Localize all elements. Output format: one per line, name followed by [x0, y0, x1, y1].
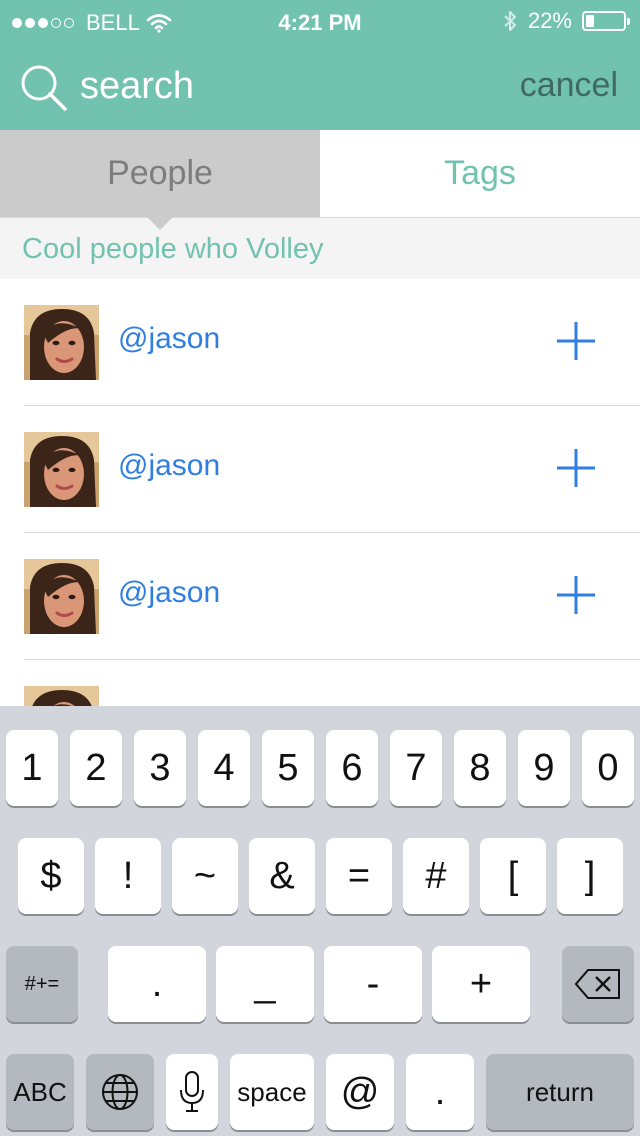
key-6[interactable]: 6 — [326, 730, 378, 806]
key-symbol[interactable]: . — [108, 946, 206, 1022]
keyboard: 1 2 3 4 5 6 7 8 9 0 $! ~ & = #[] #+=. _ - + ABC space @. retur… — [0, 706, 640, 1136]
key-symbol[interactable]: _ — [216, 946, 314, 1022]
avatar[interactable] — [24, 305, 99, 380]
key-0[interactable]: 0 — [582, 730, 634, 806]
key-period[interactable]: . — [406, 1054, 474, 1130]
tab-bar: People Tags — [0, 130, 640, 230]
abc-key[interactable]: ABC — [6, 1054, 74, 1130]
key-symbol[interactable]: & — [249, 838, 315, 914]
list-item[interactable]: @jason — [0, 533, 640, 660]
avatar[interactable] — [24, 432, 99, 507]
battery-level — [586, 15, 594, 27]
key-symbol[interactable]: + — [432, 946, 530, 1022]
key-symbol[interactable]: - — [324, 946, 422, 1022]
status-bar: BELL 4:21 PM 22% — [0, 0, 640, 44]
list-item[interactable]: @jason — [0, 406, 640, 533]
header: BELL 4:21 PM 22% search cancel — [0, 0, 640, 130]
key-7[interactable]: 7 — [390, 730, 442, 806]
key-1[interactable]: 1 — [6, 730, 58, 806]
cancel-button[interactable]: cancel — [520, 66, 618, 105]
section-header: Cool people who Volley — [0, 218, 640, 279]
search-icon — [21, 65, 67, 111]
key-4[interactable]: 4 — [198, 730, 250, 806]
microphone-icon[interactable] — [166, 1054, 218, 1130]
at-key[interactable]: @ — [326, 1054, 394, 1130]
space-key[interactable]: space — [230, 1054, 314, 1130]
plus-icon[interactable] — [554, 446, 598, 490]
key-9[interactable]: 9 — [518, 730, 570, 806]
tab-people[interactable]: People — [0, 130, 320, 230]
key-3[interactable]: 3 — [134, 730, 186, 806]
username-link[interactable]: @jason — [118, 322, 220, 356]
backspace-icon[interactable] — [562, 946, 634, 1022]
battery-icon — [582, 11, 630, 31]
plus-icon[interactable] — [554, 573, 598, 617]
status-right: 22% — [502, 8, 630, 34]
avatar[interactable] — [24, 559, 99, 634]
search-bar[interactable]: search cancel — [0, 56, 640, 120]
key-symbol[interactable]: ! — [95, 838, 161, 914]
username-link[interactable]: @jason — [118, 449, 220, 483]
return-key[interactable]: return — [486, 1054, 634, 1130]
plus-icon[interactable] — [554, 319, 598, 363]
key-symbol[interactable]: [ — [480, 838, 546, 914]
key-8[interactable]: 8 — [454, 730, 506, 806]
tab-tags[interactable]: Tags — [320, 130, 640, 217]
key-symbol[interactable]: # — [403, 838, 469, 914]
search-input[interactable]: search — [80, 65, 194, 108]
key-5[interactable]: 5 — [262, 730, 314, 806]
globe-icon[interactable] — [86, 1054, 154, 1130]
key-symbol[interactable]: ~ — [172, 838, 238, 914]
key-symbol[interactable]: = — [326, 838, 392, 914]
more-symbols-key[interactable]: #+= — [6, 946, 78, 1022]
key-symbol[interactable]: $ — [18, 838, 84, 914]
battery-percent: 22% — [527, 8, 572, 33]
key-2[interactable]: 2 — [70, 730, 122, 806]
bluetooth-icon — [504, 11, 516, 31]
key-symbol[interactable]: ] — [557, 838, 623, 914]
username-link[interactable]: @jason — [118, 576, 220, 610]
list-item[interactable]: @jason — [0, 279, 640, 406]
